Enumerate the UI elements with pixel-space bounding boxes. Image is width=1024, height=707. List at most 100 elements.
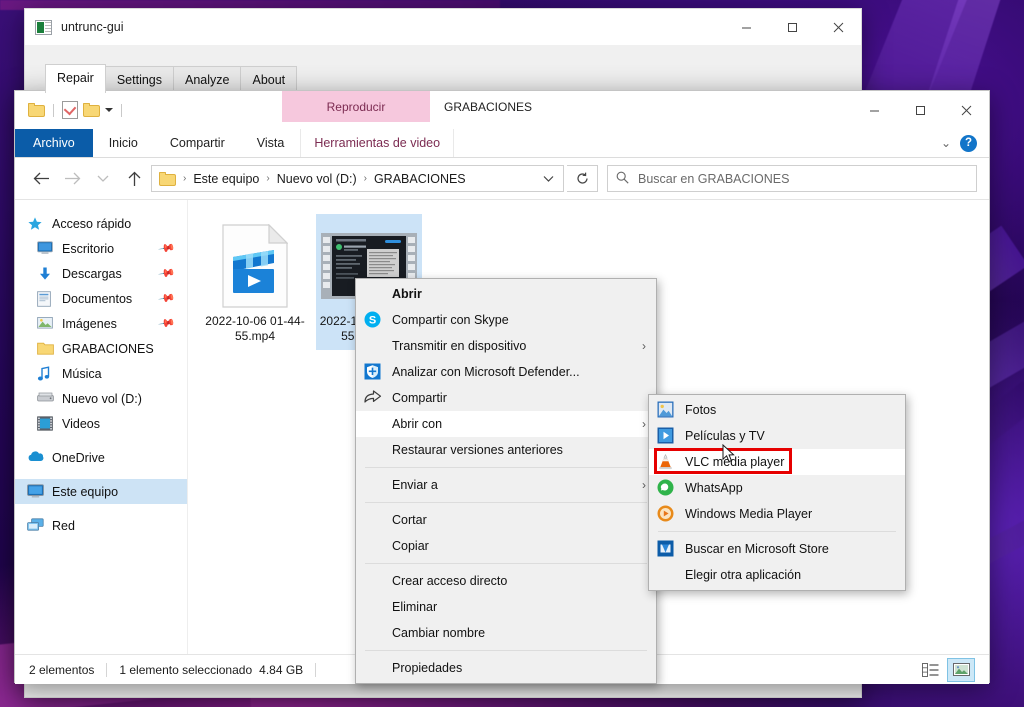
tab-herramientas-de-video[interactable]: Herramientas de video [300,129,455,157]
close-button[interactable] [815,9,861,45]
tab-analyze[interactable]: Analyze [173,66,242,93]
sidebar-item-grabaciones[interactable]: GRABACIONES [15,336,187,361]
tab-repair[interactable]: Repair [45,64,106,93]
submenu-item-label: Elegir otra aplicación [685,568,802,582]
back-button[interactable] [27,165,55,193]
minimize-button[interactable] [851,92,897,128]
sidebar-item-imagenes[interactable]: Imágenes 📌 [15,311,187,336]
submenu-item-buscar-en-microsoft-store[interactable]: Buscar en Microsoft Store [649,536,905,562]
tab-settings[interactable]: Settings [104,66,174,93]
svg-text:S: S [369,315,376,327]
propiedades-icon[interactable] [62,101,78,119]
sidebar-item-nuevo-vol-d[interactable]: Nuevo vol (D:) [15,386,187,411]
explorer-titlebar[interactable]: Reproducir GRABACIONES [15,91,989,129]
quick-access-toolbar[interactable] [15,91,125,129]
ribbon-tab-strip[interactable]: Archivo Inicio Compartir Vista Herramien… [15,129,989,158]
store-icon [657,540,676,558]
untrunc-tabs[interactable]: Repair Settings Analyze About [45,64,298,93]
context-menu-item-label: Transmitir en dispositivo [392,339,527,353]
submenu-item-elegir-otra-aplicacion[interactable]: Elegir otra aplicación [649,562,905,588]
maximize-button[interactable] [769,9,815,45]
breadcrumb-item-este-equipo[interactable]: Este equipo [188,172,264,186]
status-divider [315,662,317,677]
tab-vista[interactable]: Vista [241,129,301,157]
submenu-item-fotos[interactable]: Fotos [649,397,905,423]
context-menu-item-label: Eliminar [392,600,438,614]
sidebar-item-este-equipo[interactable]: Este equipo [15,479,187,504]
ribbon-right-controls: ⌄ ? [941,129,989,157]
context-menu-item-restaurar-versiones-anteriores[interactable]: Restaurar versiones anteriores [356,437,656,463]
context-menu-item-analizar-con-microsoft-defender[interactable]: Analizar con Microsoft Defender... [356,359,656,385]
details-view-button[interactable] [917,659,943,681]
sidebar-item-label: Escritorio [62,241,115,256]
submenu-item-label: Fotos [685,403,717,417]
context-menu-item-abrir-con[interactable]: Abrir con › [356,411,656,437]
large-icons-view-button[interactable] [947,657,975,682]
context-menu-item-crear-acceso-directo[interactable]: Crear acceso directo [356,568,656,594]
maximize-button[interactable] [897,92,943,128]
context-menu-item-propiedades[interactable]: Propiedades [356,655,656,681]
nueva-carpeta-icon[interactable] [28,103,45,117]
documents-icon [37,290,54,307]
context-menu-item-enviar-a[interactable]: Enviar a › [356,472,656,498]
address-dropdown-icon[interactable] [537,167,559,190]
context-menu-separator [365,467,647,468]
open-with-submenu[interactable]: Fotos Películas y TV VLC media player Wh… [648,394,906,591]
untrunc-titlebar[interactable]: untrunc-gui [25,9,861,45]
minimize-button[interactable] [723,9,769,45]
submenu-item-whatsapp[interactable]: WhatsApp [649,475,905,501]
tab-inicio[interactable]: Inicio [93,129,154,157]
up-button[interactable] [120,165,148,193]
sidebar-item-acceso-rapido[interactable]: Acceso rápido [15,211,187,236]
context-menu-item-eliminar[interactable]: Eliminar [356,594,656,620]
submenu-item-vlc-media-player[interactable]: VLC media player [649,448,905,475]
defender-icon [364,363,383,381]
context-menu-item-cortar[interactable]: Cortar [356,507,656,533]
submenu-item-windows-media-player[interactable]: Windows Media Player [649,501,905,527]
submenu-item-peliculas-y-tv[interactable]: Películas y TV [649,423,905,449]
sidebar-item-red[interactable]: Red [15,513,187,538]
photos-icon [657,401,676,419]
recent-locations-button[interactable] [89,165,117,193]
context-menu-item-label: Abrir [392,287,422,301]
submenu-item-label: Películas y TV [685,429,765,443]
sidebar-item-videos[interactable]: Videos [15,411,187,436]
tab-about[interactable]: About [240,66,298,93]
close-button[interactable] [943,92,989,128]
breadcrumb[interactable]: › Este equipo › Nuevo vol (D:) › GRABACI… [151,165,564,192]
sidebar-item-musica[interactable]: Música [15,361,187,386]
tab-archivo[interactable]: Archivo [15,129,93,157]
forward-button[interactable] [58,165,86,193]
sidebar-item-onedrive[interactable]: OneDrive [15,445,187,470]
context-menu-item-abrir[interactable]: Abrir [356,281,656,307]
whatsapp-icon [657,479,676,497]
sidebar-item-documentos[interactable]: Documentos 📌 [15,286,187,311]
no-icon [364,337,383,355]
help-icon[interactable]: ? [960,134,977,152]
breadcrumb-item-nuevo-vol[interactable]: Nuevo vol (D:) [272,172,362,186]
file-item[interactable]: 2022-10-06 01-44-55.mp4 [202,214,308,350]
navigation-pane[interactable]: Acceso rápido Escritorio 📌 Descargas 📌 D… [15,200,188,654]
tab-compartir[interactable]: Compartir [154,129,241,157]
context-menu-item-cambiar-nombre[interactable]: Cambiar nombre [356,620,656,646]
pin-icon[interactable]: 📌 [158,314,177,333]
context-menu-item-copiar[interactable]: Copiar [356,533,656,559]
no-icon [657,566,676,584]
view-toggle-group[interactable] [917,657,989,682]
file-context-menu[interactable]: Abrir S Compartir con Skype Transmitir e… [355,278,657,684]
nueva-carpeta-2-icon[interactable] [83,103,100,117]
pin-icon[interactable]: 📌 [158,264,177,283]
sidebar-item-escritorio[interactable]: Escritorio 📌 [15,236,187,261]
context-menu-item-compartir-con-skype[interactable]: S Compartir con Skype [356,307,656,333]
context-menu-item-compartir[interactable]: Compartir [356,385,656,411]
breadcrumb-item-grabaciones[interactable]: GRABACIONES [369,172,471,186]
pin-icon[interactable]: 📌 [158,289,177,308]
context-menu-item-transmitir-en-dispositivo[interactable]: Transmitir en dispositivo › [356,333,656,359]
chevron-down-icon[interactable]: ⌄ [941,136,951,150]
pin-icon[interactable]: 📌 [158,239,177,258]
personalizar-icon[interactable] [105,108,113,112]
search-input[interactable]: Buscar en GRABACIONES [607,165,977,192]
music-icon [37,365,54,382]
refresh-button[interactable] [567,165,598,192]
sidebar-item-descargas[interactable]: Descargas 📌 [15,261,187,286]
